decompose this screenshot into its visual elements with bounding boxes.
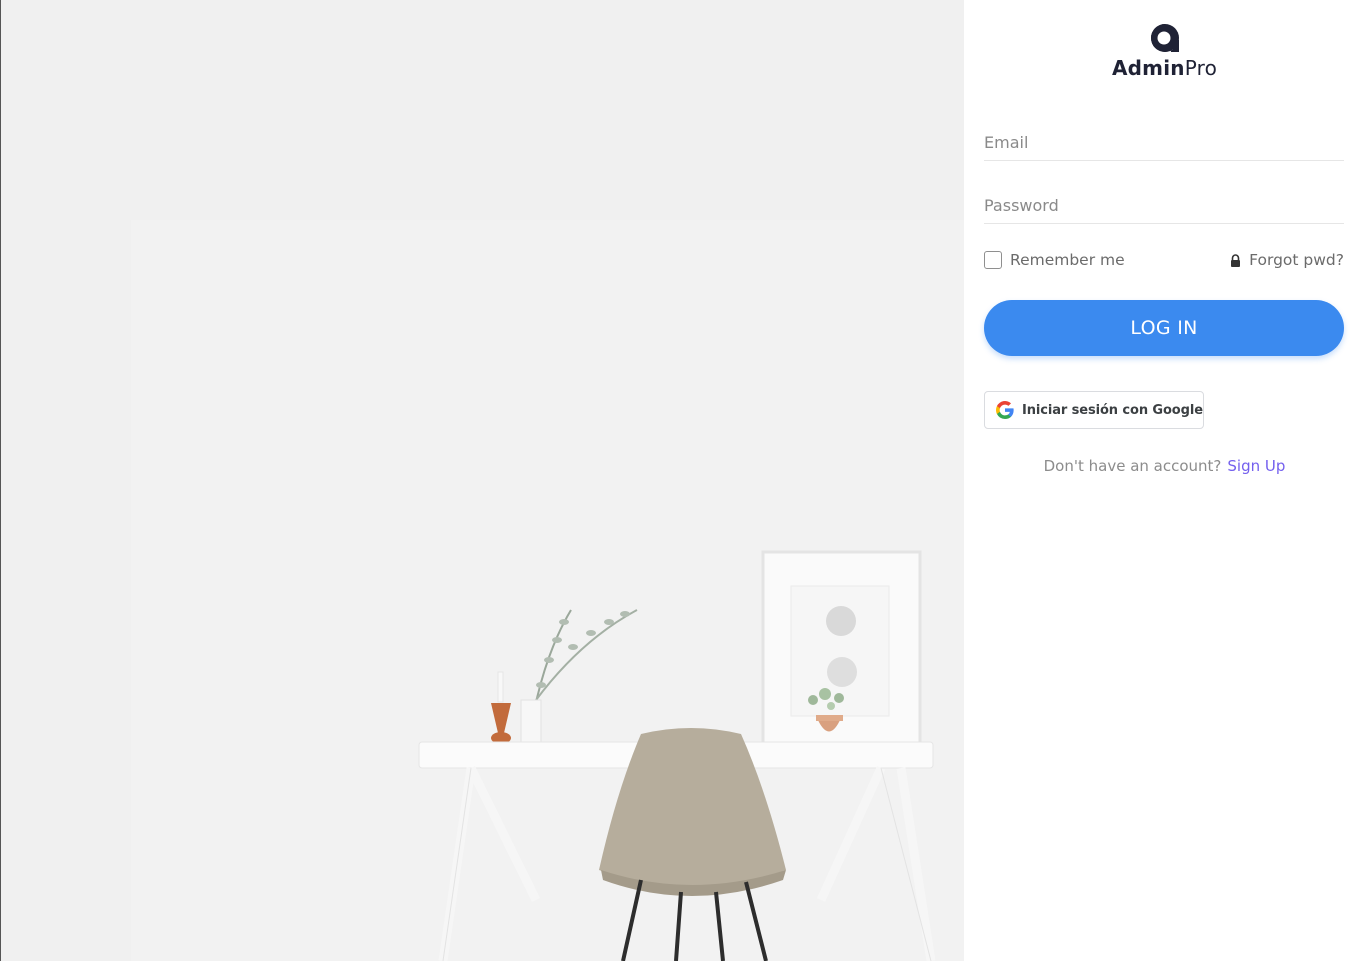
brand-name-light: Pro <box>1184 56 1218 80</box>
forgot-password-link[interactable]: Forgot pwd? <box>1230 250 1344 270</box>
brand-name: AdminPro <box>964 56 1365 80</box>
forgot-password-label: Forgot pwd? <box>1249 251 1344 269</box>
google-signin-button[interactable]: Iniciar sesión con Google <box>984 391 1204 429</box>
brand-logo-icon <box>1150 24 1179 52</box>
brand-name-bold: Admin <box>1111 56 1185 80</box>
signup-prompt: Don't have an account? <box>1043 457 1222 475</box>
google-logo-icon <box>996 401 1014 419</box>
lock-icon <box>1231 253 1241 267</box>
hero-image <box>1 0 964 961</box>
remember-me[interactable]: Remember me <box>984 250 1125 270</box>
desk-scene-illustration <box>1 0 964 961</box>
brand-logo: AdminPro <box>964 22 1365 80</box>
remember-me-checkbox[interactable] <box>984 251 1002 269</box>
signup-link[interactable]: Sign Up <box>1227 457 1285 475</box>
login-panel: AdminPro Remember me Forgot pwd? LOG IN … <box>964 0 1365 961</box>
google-signin-label: Iniciar sesión con Google <box>1022 402 1203 418</box>
password-field[interactable] <box>984 187 1344 224</box>
login-button[interactable]: LOG IN <box>984 300 1344 356</box>
signup-row: Don't have an account? Sign Up <box>964 457 1365 475</box>
remember-me-label: Remember me <box>1010 251 1125 269</box>
email-field[interactable] <box>984 124 1344 161</box>
